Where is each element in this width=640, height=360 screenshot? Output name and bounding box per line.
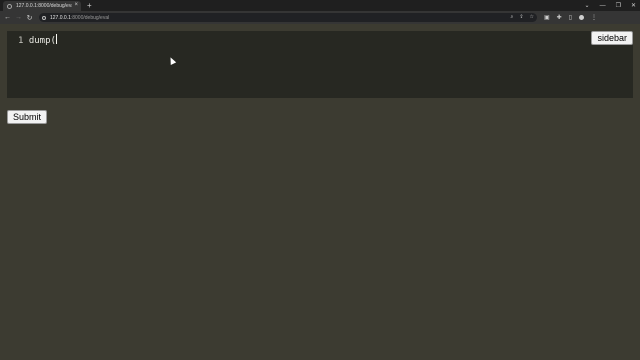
extension-icon[interactable]: ▣ (544, 14, 550, 21)
code-line: 1 dump( (18, 34, 57, 47)
minimize-icon[interactable]: — (600, 3, 606, 9)
code-text: dump( (28, 36, 56, 46)
puzzle-icon[interactable]: ✚ (557, 14, 562, 21)
line-number: 1 (18, 36, 24, 46)
forward-icon[interactable]: → (13, 14, 24, 21)
reload-icon[interactable]: ↻ (24, 14, 35, 22)
share-icon[interactable]: ⇪ (519, 14, 523, 20)
tab-close-icon[interactable]: × (74, 2, 78, 8)
url-text: 127.0.0.1:8000/debug/eval (50, 15, 109, 21)
back-icon[interactable]: ← (2, 14, 13, 21)
sidebar-button[interactable]: sidebar (591, 31, 633, 45)
site-info-icon[interactable] (42, 15, 46, 20)
browser-tab-bar: 127.0.0.1:8000/debug/eval × + ⌄ — ❐ ✕ (0, 0, 640, 11)
text-caret (55, 34, 57, 44)
menu-kebab-icon[interactable]: ⋮ (591, 14, 597, 21)
tab-search-icon[interactable]: ⌄ (585, 2, 590, 9)
close-window-icon[interactable]: ✕ (631, 2, 636, 9)
bookmark-star-icon[interactable]: ☆ (530, 14, 534, 20)
new-tab-icon[interactable]: + (87, 1, 92, 11)
browser-tab[interactable]: 127.0.0.1:8000/debug/eval × (3, 1, 81, 11)
profile-avatar-icon[interactable] (579, 15, 585, 20)
url-host: 127.0.0.1 (50, 14, 71, 21)
maximize-icon[interactable]: ❐ (616, 2, 621, 9)
globe-icon (7, 3, 12, 9)
tab-title: 127.0.0.1:8000/debug/eval (16, 3, 72, 9)
url-path: :8000/debug/eval (70, 14, 110, 21)
address-bar[interactable]: 127.0.0.1:8000/debug/eval ⌕ ⇪ ☆ (39, 13, 537, 22)
zoom-icon[interactable]: ⌕ (511, 14, 514, 20)
window-controls: ⌄ — ❐ ✕ (585, 0, 636, 11)
browser-toolbar: ← → ↻ 127.0.0.1:8000/debug/eval ⌕ ⇪ ☆ ▣ … (0, 11, 640, 24)
code-editor[interactable]: 1 dump( (7, 31, 633, 98)
submit-button[interactable]: Submit (7, 110, 48, 124)
sidepanel-icon[interactable]: ▯ (569, 14, 572, 21)
